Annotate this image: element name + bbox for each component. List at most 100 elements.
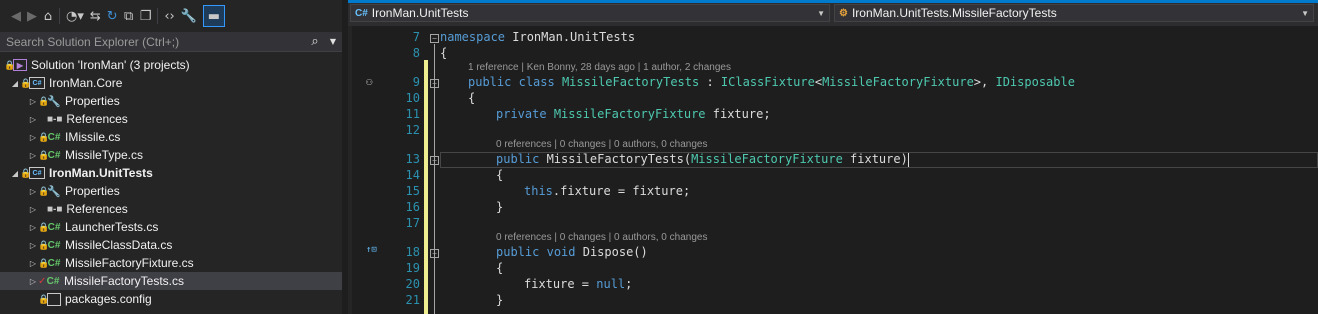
codelens-info[interactable]: 1 reference | Ken Bonny, 28 days ago | 1… <box>468 62 731 73</box>
expand-closed-icon[interactable]: ▷ <box>28 115 38 124</box>
override-indicator-icon[interactable]: ↑⊡ <box>366 245 377 255</box>
code-line: public class MissileFactoryTests : IClas… <box>468 75 1075 89</box>
code-editor[interactable]: 7 8 9 10 11 12 13 14 15 16 17 18 19 20 2… <box>348 26 1318 314</box>
code-text: { <box>440 46 448 60</box>
expand-closed-icon[interactable]: ▷ <box>28 223 38 232</box>
line-number: 12 <box>405 123 420 137</box>
home-icon[interactable]: ⌂ <box>40 5 56 27</box>
code-type: MissileFactoryFixture <box>822 75 974 89</box>
line-number: 14 <box>405 168 420 182</box>
code-type: MissileFactoryFixture <box>691 152 843 166</box>
tree-item-references[interactable]: ▷ ■-■ References <box>0 110 342 128</box>
back-icon[interactable]: ◀ <box>8 5 24 27</box>
tree-item-project-unittests[interactable]: ◢ 🔒 C# IronMan.UnitTests <box>0 164 342 182</box>
lock-icon: 🔒 <box>38 149 50 160</box>
code-text: Dispose() <box>575 245 648 259</box>
chevron-down-icon[interactable]: ▼ <box>324 37 342 46</box>
code-line: { <box>496 168 503 182</box>
tree-item-references[interactable]: ▷ ■-■ References <box>0 200 342 218</box>
expand-closed-icon[interactable]: ▷ <box>28 151 38 160</box>
code-line: { <box>496 261 503 275</box>
expand-open-icon[interactable]: ◢ <box>10 169 20 178</box>
code-line: } <box>496 293 503 307</box>
code-text: < <box>814 75 823 89</box>
references-icon: ■-■ <box>47 203 63 215</box>
expand-closed-icon[interactable]: ▷ <box>28 187 38 196</box>
code-text: : <box>699 75 721 89</box>
tree-item-project-core[interactable]: ◢ 🔒 C# IronMan.Core <box>0 74 342 92</box>
expand-open-icon[interactable]: ◢ <box>10 79 20 88</box>
code-line: private MissileFactoryFixture fixture; <box>496 107 771 121</box>
tree-item-file[interactable]: ▷ 🔒 C# MissileType.cs <box>0 146 342 164</box>
fold-toggle[interactable]: − <box>430 34 439 43</box>
line-number: 20 <box>405 277 420 291</box>
preview-icon[interactable]: ▬ <box>202 5 225 27</box>
solution-explorer-search: ⌕ ▼ <box>0 32 342 52</box>
codelens-indicator-icon[interactable]: ⚇ <box>366 75 373 88</box>
code-keyword: null <box>596 277 626 291</box>
code-keyword: class <box>518 75 555 89</box>
line-number: 7 <box>412 30 420 44</box>
line-number: 13 <box>405 152 420 166</box>
lock-icon: 🔒 <box>4 59 16 70</box>
collapse-all-icon[interactable]: ⧉ <box>121 5 137 27</box>
codelens-info[interactable]: 0 references | 0 changes | 0 authors, 0 … <box>496 232 707 243</box>
solution-explorer: ◀ ▶ ⌂ ◔▾ ⇆ ↻ ⧉ ❐ ‹› 🔧 ▬ ⌕ ▼ 🔒 ▶ Solution… <box>0 0 342 314</box>
code-text: >, <box>973 75 996 89</box>
tree-item-file-selected[interactable]: ▷ ✓ C# MissileFactoryTests.cs <box>0 272 342 290</box>
expand-closed-icon[interactable]: ▷ <box>28 241 38 250</box>
line-number: 8 <box>412 46 420 60</box>
tree-item-file[interactable]: ▷ 🔒 C# MissileClassData.cs <box>0 236 342 254</box>
code-icon[interactable]: ‹› <box>161 5 177 27</box>
code-text: IronMan.UnitTests <box>505 30 636 44</box>
code-line: { <box>440 46 447 60</box>
editor-navigation-bar: C# IronMan.UnitTests ▼ ⚙ IronMan.UnitTes… <box>348 0 1318 26</box>
wrench-icon[interactable]: 🔧 <box>178 5 200 27</box>
expand-closed-icon[interactable]: ▷ <box>28 259 38 268</box>
search-icon[interactable]: ⌕ <box>306 34 324 49</box>
forward-icon[interactable]: ▶ <box>24 5 40 27</box>
sync-icon[interactable]: ⇆ <box>87 5 104 27</box>
change-indicator-bar <box>424 60 428 314</box>
tree-item-solution[interactable]: 🔒 ▶ Solution 'IronMan' (3 projects) <box>0 56 342 74</box>
csharp-file-icon: C# <box>47 131 61 143</box>
expand-closed-icon[interactable]: ▷ <box>28 277 38 286</box>
wrench-icon: 🔧 <box>47 95 61 108</box>
tree-item-file[interactable]: ▷ 🔒 C# MissileFactoryFixture.cs <box>0 254 342 272</box>
tree-item-properties[interactable]: ▷ 🔒 🔧 Properties <box>0 182 342 200</box>
lock-icon: 🔒 <box>38 131 50 142</box>
project-dropdown[interactable]: C# IronMan.UnitTests ▼ <box>350 4 830 22</box>
expand-closed-icon[interactable]: ▷ <box>28 97 38 106</box>
tree-item-label: Properties <box>65 94 120 108</box>
member-dropdown[interactable]: ⚙ IronMan.UnitTests.MissileFactoryTests … <box>834 4 1314 22</box>
history-icon[interactable]: ◔▾ <box>63 5 87 27</box>
expand-closed-icon[interactable]: ▷ <box>28 205 38 214</box>
expand-closed-icon[interactable]: ▷ <box>28 133 38 142</box>
code-line: namespace IronMan.UnitTests <box>440 30 635 44</box>
fold-toggle[interactable]: − <box>430 79 439 88</box>
copy-icon[interactable]: ❐ <box>137 5 155 27</box>
search-input[interactable] <box>6 34 306 49</box>
chevron-down-icon: ▼ <box>817 8 825 18</box>
csharp-file-icon: C# <box>47 149 61 161</box>
csharp-project-icon: C# <box>29 167 45 179</box>
fold-toggle[interactable]: − <box>430 249 439 258</box>
tree-item-file[interactable]: 🔒 packages.config <box>0 290 342 308</box>
code-type: MissileFactoryTests <box>561 75 700 89</box>
code-line: } <box>496 200 503 214</box>
tree-item-properties[interactable]: ▷ 🔒 🔧 Properties <box>0 92 342 110</box>
code-type: MissileFactoryFixture <box>553 107 706 121</box>
chevron-down-icon: ▼ <box>1301 8 1309 18</box>
code-text: { <box>496 261 504 275</box>
lock-icon: 🔒 <box>38 257 50 268</box>
line-number: 15 <box>405 184 420 198</box>
refresh-icon[interactable]: ↻ <box>104 5 121 27</box>
text-caret <box>907 152 909 167</box>
tree-item-file[interactable]: ▷ 🔒 C# IMissile.cs <box>0 128 342 146</box>
tree-item-label: MissileType.cs <box>65 148 144 162</box>
tree-item-label: MissileFactoryTests.cs <box>64 274 185 288</box>
tree-item-file[interactable]: ▷ 🔒 C# LauncherTests.cs <box>0 218 342 236</box>
fold-toggle[interactable]: − <box>430 156 439 165</box>
codelens-info[interactable]: 0 references | 0 changes | 0 authors, 0 … <box>496 139 707 150</box>
line-number: 11 <box>405 107 420 121</box>
